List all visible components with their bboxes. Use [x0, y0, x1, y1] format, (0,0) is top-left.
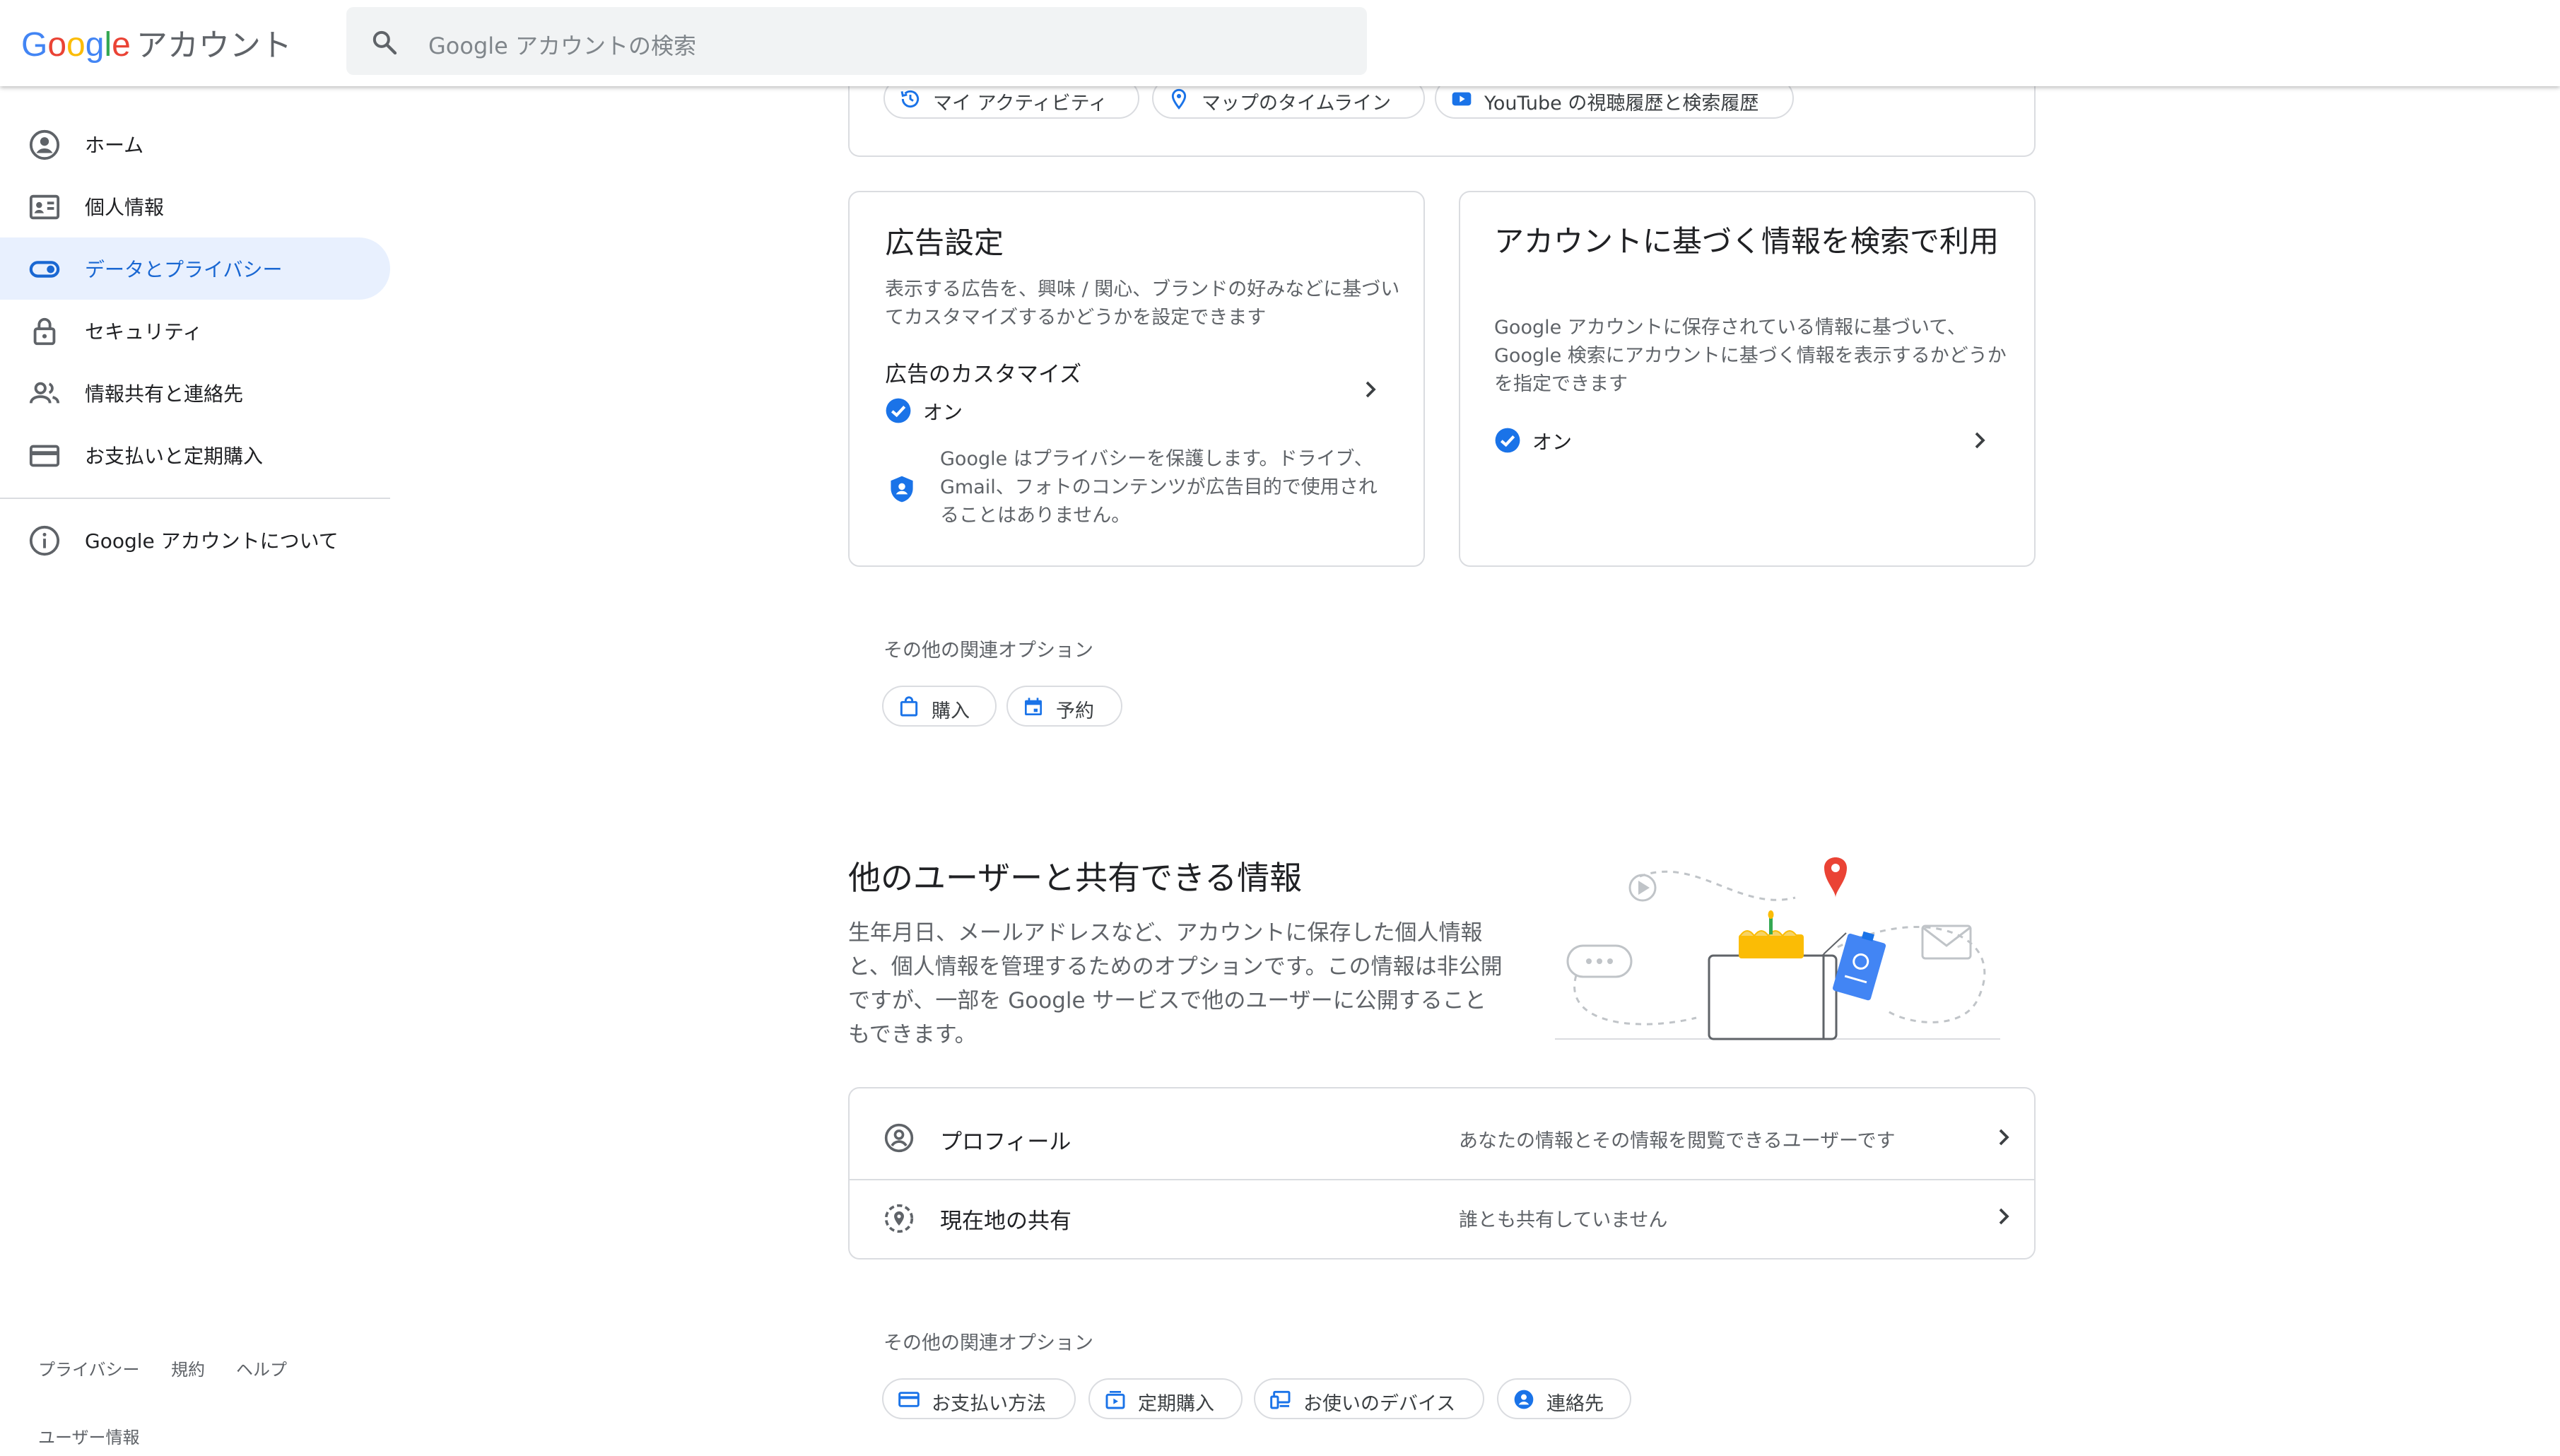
chevron-right-icon [1999, 1208, 2009, 1225]
footer-user-info-link[interactable]: ユーザー情報 [38, 1423, 140, 1448]
location-sharing-icon [884, 1204, 914, 1233]
chevron-right-icon[interactable] [1969, 430, 1990, 451]
list-item-title: プロフィール [940, 1129, 1071, 1155]
sidebar-item-home[interactable]: ホーム [0, 113, 390, 175]
sidebar-item-security[interactable]: セキュリティ [0, 300, 390, 362]
chip-label: マップのタイムライン [1202, 93, 1392, 115]
shopping-bag-icon [900, 696, 918, 717]
google-account-logo[interactable]: Google アカウント [21, 20, 292, 65]
list-item-location-sharing[interactable]: 現在地の共有 誰とも共有していません [850, 1180, 2034, 1260]
chip-label: マイ アクティビティ [933, 93, 1108, 115]
profile-icon [884, 1123, 914, 1153]
devices-icon [1270, 1390, 1291, 1409]
check-circle-icon [886, 398, 911, 423]
sharing-illustration [1555, 857, 2000, 1040]
search-card-title: アカウントに基づく情報を検索で利用 [1494, 224, 2000, 259]
sidebar-item-about[interactable]: Google アカウントについて [0, 509, 390, 571]
sidebar-item-personal-info[interactable]: 個人情報 [0, 175, 390, 237]
chip-devices[interactable]: お使いのデバイス [1254, 1378, 1484, 1419]
account-title: アカウント [136, 28, 292, 64]
sidebar-item-label: データとプライバシー [85, 258, 283, 281]
sidebar-item-data-privacy[interactable]: データとプライバシー [0, 237, 390, 300]
toggle-icon [29, 261, 60, 278]
ads-card-description: 表示する広告を、興味 / 関心、ブランドの好みなどに基づいてカスタマイズするかど… [885, 278, 1400, 329]
sidebar-item-label: 個人情報 [85, 196, 165, 219]
chip-label: お支払い方法 [932, 1393, 1046, 1415]
chip-label: YouTube の視聴履歴と検索履歴 [1484, 93, 1759, 115]
history-icon [900, 90, 920, 108]
list-item-subtitle: あなたの情報とその情報を閲覧できるユーザーです [1459, 1130, 1896, 1152]
sidebar-item-label: お支払いと定期購入 [85, 445, 264, 468]
footer-terms-link[interactable]: 規約 [171, 1356, 205, 1380]
share-section-title: 他のユーザーと共有できる情報 [848, 859, 1303, 897]
footer-privacy-link[interactable]: プライバシー [38, 1356, 140, 1380]
chip-label: 購入 [932, 700, 970, 722]
shield-icon [891, 476, 913, 503]
app-header: Google アカウント Google アカウントの検索 [0, 0, 2560, 86]
google-logo-text: Google [21, 26, 131, 64]
chip-payment-methods[interactable]: お支払い方法 [882, 1378, 1076, 1419]
chevron-right-icon [1999, 1129, 2009, 1146]
search-input[interactable]: Google アカウントの検索 [428, 28, 696, 61]
sidebar-divider [0, 498, 390, 499]
credit-card-icon [898, 1392, 920, 1407]
calendar-icon [1025, 698, 1042, 715]
sidebar-item-payments[interactable]: お支払いと定期購入 [0, 424, 390, 486]
ads-settings-card[interactable]: 広告設定 表示する広告を、興味 / 関心、ブランドの好みなどに基づいてカスタマイ… [848, 191, 1425, 567]
search-personalization-status: オン [1532, 430, 1573, 454]
ad-personalization-status: オン [923, 401, 963, 424]
chip-label: 予約 [1056, 700, 1094, 722]
search-icon[interactable] [370, 28, 399, 57]
sidebar-item-label: セキュリティ [85, 320, 203, 344]
chip-label: お使いのデバイス [1303, 1393, 1456, 1415]
chip-contacts[interactable]: 連絡先 [1497, 1378, 1631, 1419]
chip-reservations[interactable]: 予約 [1006, 686, 1122, 727]
youtube-icon [1452, 92, 1472, 106]
ads-card-title: 広告設定 [885, 225, 1004, 260]
sidebar-item-people-sharing[interactable]: 情報共有と連絡先 [0, 362, 390, 424]
sidebar-item-label: 情報共有と連絡先 [85, 382, 244, 406]
chip-purchases[interactable]: 購入 [882, 686, 997, 727]
chevron-right-icon[interactable] [1360, 379, 1381, 400]
id-card-icon [29, 194, 60, 220]
sidebar-item-label: Google アカウントについて [85, 529, 339, 553]
privacy-protection-note: Google はプライバシーを保護します。ドライブ、Gmail、フォトのコンテン… [940, 448, 1378, 527]
share-section-description: 生年月日、メールアドレスなど、アカウントに保存した個人情報と、個人情報を管理する… [848, 920, 1503, 1047]
contact-icon [1514, 1390, 1534, 1409]
subscription-icon [1105, 1391, 1125, 1409]
chip-label: 定期購入 [1138, 1393, 1214, 1415]
list-item-title: 現在地の共有 [940, 1209, 1071, 1234]
credit-card-icon [29, 445, 60, 467]
list-item-subtitle: 誰とも共有していません [1459, 1209, 1668, 1231]
check-circle-icon [1495, 428, 1520, 453]
share-info-list: プロフィール あなたの情報とその情報を閲覧できるユーザーです 現在地の共有 誰と… [848, 1087, 2036, 1260]
sidebar-item-label: ホーム [85, 134, 144, 157]
chip-label: 連絡先 [1546, 1393, 1604, 1415]
related-options-label: その他の関連オプション [883, 1332, 1093, 1354]
account-circle-icon [29, 129, 60, 160]
ad-personalization-title: 広告のカスタマイズ [885, 362, 1082, 387]
search-bar[interactable]: Google アカウントの検索 [346, 7, 1367, 75]
people-icon [29, 382, 60, 404]
list-item-profile[interactable]: プロフィール あなたの情報とその情報を閲覧できるユーザーです [850, 1088, 2034, 1168]
footer-help-link[interactable]: ヘルプ [236, 1356, 287, 1380]
search-personalization-card[interactable]: アカウントに基づく情報を検索で利用 Google アカウントに保存されている情報… [1459, 191, 2036, 567]
related-options-label: その他の関連オプション [883, 640, 1093, 662]
map-pin-icon [1171, 88, 1187, 110]
search-card-description: Google アカウントに保存されている情報に基づいて、Google 検索にアカ… [1494, 317, 2007, 395]
chip-subscriptions[interactable]: 定期購入 [1088, 1378, 1243, 1419]
lock-icon [33, 317, 56, 346]
info-icon [29, 525, 60, 556]
